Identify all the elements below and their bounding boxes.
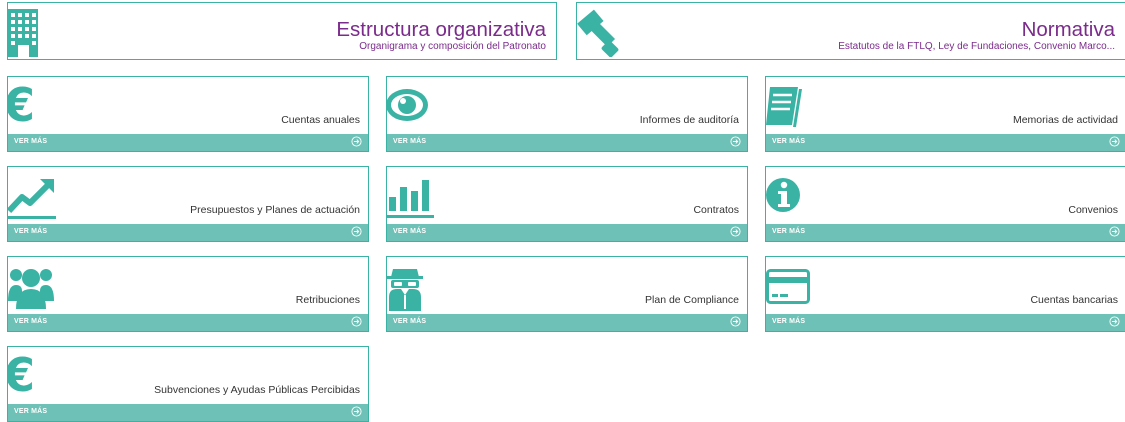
building-icon (8, 9, 40, 62)
card-label: Memorias de actividad (1012, 114, 1118, 126)
ver-mas-link[interactable]: VER MÁS (14, 318, 47, 325)
card-label: Presupuestos y Planes de actuación (190, 204, 360, 216)
euro-icon: € (2, 78, 35, 134)
estructura-organizativa-tile[interactable]: Estructura organizativa Organigrama y co… (7, 2, 557, 60)
ver-mas-link[interactable]: VER MÁS (772, 228, 805, 235)
card-subvenciones[interactable]: € Subvenciones y Ayudas Públicas Percibi… (2, 346, 369, 422)
trend-up-icon (6, 171, 58, 224)
normativa-subtitle: Estatutos de la FTLQ, Ley de Fundaciones… (838, 41, 1115, 52)
card-retribuciones[interactable]: Retribuciones VER MÁS (7, 256, 369, 332)
info-icon (766, 171, 806, 224)
card-contratos[interactable]: Contratos VER MÁS (386, 166, 748, 242)
arrow-circle-right-icon (351, 406, 362, 417)
card-convenios[interactable]: Convenios VER MÁS (765, 166, 1125, 242)
credit-card-icon (766, 261, 812, 314)
ver-mas-bar[interactable]: VER MÁS (8, 134, 368, 151)
ver-mas-bar[interactable]: VER MÁS (766, 314, 1125, 331)
card-plan-compliance[interactable]: Plan de Compliance VER MÁS (386, 256, 748, 332)
card-label: Cuentas bancarias (1030, 294, 1118, 306)
ver-mas-link[interactable]: VER MÁS (393, 318, 426, 325)
ver-mas-bar[interactable]: VER MÁS (8, 404, 368, 421)
ver-mas-bar[interactable]: VER MÁS (387, 224, 747, 241)
card-cuentas-bancarias[interactable]: Cuentas bancarias VER MÁS (765, 256, 1125, 332)
ver-mas-bar[interactable]: VER MÁS (387, 314, 747, 331)
ver-mas-link[interactable]: VER MÁS (772, 318, 805, 325)
card-cuentas-anuales[interactable]: € Cuentas anuales VER MÁS (2, 76, 369, 152)
notebook-icon (766, 81, 806, 134)
ver-mas-bar[interactable]: VER MÁS (766, 224, 1125, 241)
estructura-subtitle: Organigrama y composición del Patronato (359, 41, 546, 52)
ver-mas-bar[interactable]: VER MÁS (766, 134, 1125, 151)
ver-mas-link[interactable]: VER MÁS (14, 408, 47, 415)
card-label: Cuentas anuales (281, 114, 360, 126)
arrow-circle-right-icon (1109, 136, 1120, 147)
card-label: Convenios (1068, 204, 1118, 216)
arrow-circle-right-icon (1109, 226, 1120, 237)
eye-icon (386, 81, 431, 134)
arrow-circle-right-icon (730, 136, 741, 147)
ver-mas-link[interactable]: VER MÁS (772, 138, 805, 145)
card-memorias-actividad[interactable]: Memorias de actividad VER MÁS (765, 76, 1125, 152)
card-label: Retribuciones (295, 294, 360, 306)
card-label: Plan de Compliance (645, 294, 739, 306)
ver-mas-link[interactable]: VER MÁS (393, 228, 426, 235)
ver-mas-bar[interactable]: VER MÁS (8, 314, 368, 331)
arrow-circle-right-icon (351, 316, 362, 327)
ver-mas-bar[interactable]: VER MÁS (387, 134, 747, 151)
ver-mas-link[interactable]: VER MÁS (393, 138, 426, 145)
people-icon (8, 261, 56, 314)
arrow-circle-right-icon (351, 226, 362, 237)
estructura-title: Estructura organizativa (336, 18, 546, 41)
arrow-circle-right-icon (730, 316, 741, 327)
card-label: Informes de auditoría (639, 114, 739, 126)
card-label: Subvenciones y Ayudas Públicas Percibida… (154, 384, 360, 396)
arrow-circle-right-icon (351, 136, 362, 147)
svg-text:€: € (8, 351, 32, 399)
normativa-title: Normativa (1021, 18, 1115, 41)
svg-text:€: € (8, 81, 32, 129)
ver-mas-link[interactable]: VER MÁS (14, 228, 47, 235)
gavel-icon (577, 9, 621, 62)
bar-chart-icon (387, 171, 437, 224)
card-label: Contratos (693, 204, 739, 216)
ver-mas-bar[interactable]: VER MÁS (8, 224, 368, 241)
spy-icon (387, 261, 423, 316)
card-presupuestos[interactable]: Presupuestos y Planes de actuación VER M… (6, 166, 369, 242)
arrow-circle-right-icon (1109, 316, 1120, 327)
arrow-circle-right-icon (730, 226, 741, 237)
euro-icon: € (2, 348, 35, 404)
ver-mas-link[interactable]: VER MÁS (14, 138, 47, 145)
card-informes-auditoria[interactable]: Informes de auditoría VER MÁS (386, 76, 748, 152)
normativa-tile[interactable]: Normativa Estatutos de la FTLQ, Ley de F… (576, 2, 1125, 60)
